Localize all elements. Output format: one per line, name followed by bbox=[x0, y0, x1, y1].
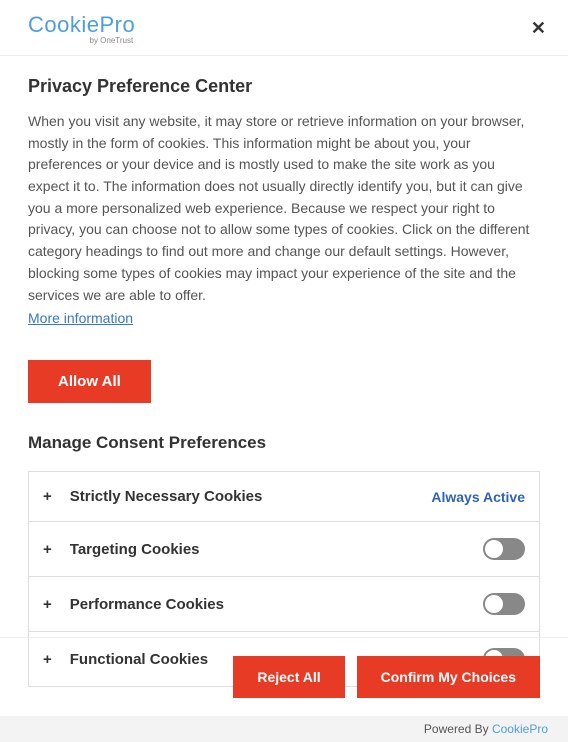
category-strictly-necessary[interactable]: + Strictly Necessary Cookies Always Acti… bbox=[29, 472, 539, 522]
toggle-performance[interactable] bbox=[483, 593, 525, 615]
plus-icon: + bbox=[43, 597, 52, 612]
reject-all-button[interactable]: Reject All bbox=[233, 656, 344, 698]
toggle-knob bbox=[485, 595, 503, 613]
footer: Reject All Confirm My Choices Powered By… bbox=[0, 637, 568, 742]
toggle-targeting[interactable] bbox=[483, 538, 525, 560]
description-text: When you visit any website, it may store… bbox=[28, 111, 540, 306]
confirm-choices-button[interactable]: Confirm My Choices bbox=[357, 656, 540, 698]
category-targeting[interactable]: + Targeting Cookies bbox=[29, 522, 539, 577]
plus-icon: + bbox=[43, 542, 52, 557]
powered-by-prefix: Powered By bbox=[424, 722, 492, 736]
content: Privacy Preference Center When you visit… bbox=[0, 56, 568, 697]
powered-by-brand: CookiePro bbox=[492, 722, 548, 736]
allow-all-button[interactable]: Allow All bbox=[28, 360, 151, 403]
manage-consent-title: Manage Consent Preferences bbox=[28, 433, 540, 453]
category-label: Strictly Necessary Cookies bbox=[70, 488, 432, 505]
always-active-label: Always Active bbox=[431, 489, 525, 505]
toggle-knob bbox=[485, 540, 503, 558]
close-button[interactable]: ✕ bbox=[527, 14, 550, 43]
footer-buttons: Reject All Confirm My Choices bbox=[0, 637, 568, 716]
plus-icon: + bbox=[43, 489, 52, 504]
header: CookiePro by OneTrust ✕ bbox=[0, 0, 568, 56]
page-title: Privacy Preference Center bbox=[28, 76, 540, 97]
logo-main: CookiePro bbox=[28, 12, 135, 38]
category-label: Performance Cookies bbox=[70, 596, 483, 613]
logo: CookiePro by OneTrust bbox=[28, 12, 135, 45]
close-icon: ✕ bbox=[531, 18, 546, 38]
powered-by: Powered By CookiePro bbox=[0, 716, 568, 742]
logo-sub: by OneTrust bbox=[90, 36, 134, 45]
category-performance[interactable]: + Performance Cookies bbox=[29, 577, 539, 632]
more-information-link[interactable]: More information bbox=[28, 310, 133, 326]
category-label: Targeting Cookies bbox=[70, 541, 483, 558]
